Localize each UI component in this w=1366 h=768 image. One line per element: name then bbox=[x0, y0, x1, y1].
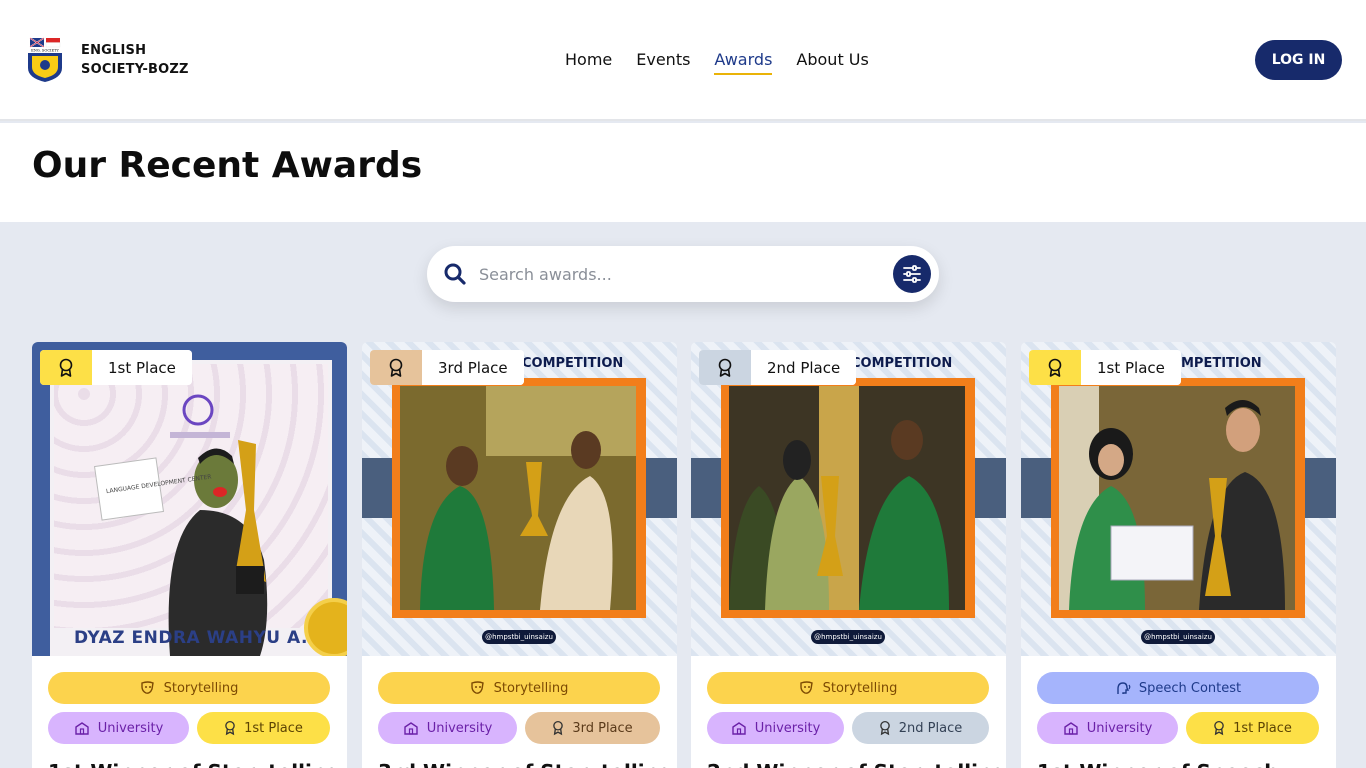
person-photo bbox=[729, 386, 965, 610]
award-title[interactable]: 1st Winner of Storytelling bbox=[48, 760, 340, 768]
place-label: 1st Place bbox=[1081, 350, 1181, 385]
nav-about-us[interactable]: About Us bbox=[796, 50, 868, 75]
category-label: Storytelling bbox=[493, 680, 569, 696]
person-photo bbox=[400, 386, 636, 610]
place-label: 1st Place bbox=[92, 350, 192, 385]
society-logo[interactable]: ENG. SOCIETY bbox=[24, 36, 66, 84]
person-photo: LANGUAGE DEVELOPMENT CENTER bbox=[93, 394, 268, 656]
search-input[interactable] bbox=[479, 260, 879, 288]
svg-text:ENG. SOCIETY: ENG. SOCIETY bbox=[31, 49, 59, 53]
speaking-head-icon bbox=[1117, 682, 1131, 694]
page-title: Our Recent Awards bbox=[32, 145, 423, 186]
place-chip[interactable]: 1st Place bbox=[1186, 712, 1319, 744]
level-chip[interactable]: University bbox=[48, 712, 189, 744]
place-chip[interactable]: 2nd Place bbox=[852, 712, 989, 744]
photo-banner: COMPETITION bbox=[851, 356, 953, 371]
place-badge: 1st Place bbox=[40, 350, 192, 385]
photo-frame: LANGUAGE DEVELOPMENT CENTER DYAZ ENDRA W… bbox=[50, 360, 332, 656]
school-icon bbox=[75, 722, 89, 735]
theater-masks-icon bbox=[140, 681, 154, 694]
level-label: University bbox=[754, 720, 821, 736]
category-label: Storytelling bbox=[163, 680, 239, 696]
place-label: 3rd Place bbox=[422, 350, 524, 385]
place-badge: 3rd Place bbox=[370, 350, 524, 385]
award-title[interactable]: 2nd Winner of Storytelling bbox=[707, 760, 1006, 768]
place-badge: 2nd Place bbox=[699, 350, 857, 385]
person-photo bbox=[1059, 386, 1295, 610]
nav-home[interactable]: Home bbox=[565, 50, 612, 75]
photo-frame bbox=[392, 378, 646, 618]
photo-caption: @hmpstbi_uinsaizu bbox=[811, 630, 885, 644]
place-chip[interactable]: 1st Place bbox=[197, 712, 330, 744]
award-photo: LANGUAGE DEVELOPMENT CENTER DYAZ ENDRA W… bbox=[32, 342, 347, 656]
photo-banner: COMPETITION bbox=[522, 356, 624, 371]
category-chip[interactable]: Storytelling bbox=[707, 672, 989, 704]
level-chip[interactable]: University bbox=[378, 712, 517, 744]
award-card[interactable]: COMPETITION @hmpstbi_uinsaizu 2nd Place … bbox=[691, 342, 1006, 768]
login-button[interactable]: LOG IN bbox=[1255, 40, 1342, 80]
place-chip-label: 1st Place bbox=[244, 720, 303, 736]
place-chip-label: 1st Place bbox=[1233, 720, 1292, 736]
award-card[interactable]: MPETITION @hmpstbi_uinsaizu 1st Place Sp… bbox=[1021, 342, 1336, 768]
photo-caption: @hmpstbi_uinsaizu bbox=[1141, 630, 1215, 644]
category-chip[interactable]: Storytelling bbox=[378, 672, 660, 704]
school-icon bbox=[404, 722, 418, 735]
nav-awards[interactable]: Awards bbox=[714, 50, 773, 75]
award-icon bbox=[40, 350, 92, 385]
place-chip[interactable]: 3rd Place bbox=[525, 712, 660, 744]
search-icon bbox=[444, 263, 466, 285]
category-label: Speech Contest bbox=[1138, 680, 1242, 696]
award-photo: MPETITION @hmpstbi_uinsaizu bbox=[1021, 342, 1336, 656]
award-photo: COMPETITION @hmpstbi_uinsaizu bbox=[362, 342, 677, 656]
level-chip[interactable]: University bbox=[707, 712, 844, 744]
place-chip-label: 2nd Place bbox=[898, 720, 963, 736]
place-badge: 1st Place bbox=[1029, 350, 1181, 385]
hero-section: Our Recent Awards bbox=[0, 123, 1366, 222]
award-icon bbox=[1029, 350, 1081, 385]
filter-button[interactable] bbox=[893, 255, 931, 293]
category-label: Storytelling bbox=[822, 680, 898, 696]
award-card[interactable]: COMPETITION @hmpstbi_uinsaizu 3rd Place bbox=[362, 342, 677, 768]
main-nav: Home Events Awards About Us bbox=[565, 50, 869, 75]
theater-masks-icon bbox=[470, 681, 484, 694]
theater-masks-icon bbox=[799, 681, 813, 694]
award-icon bbox=[225, 720, 235, 736]
photo-scene bbox=[400, 386, 636, 610]
level-label: University bbox=[97, 720, 164, 736]
brand-name[interactable]: ENGLISH SOCIETY-BOZZ bbox=[81, 41, 231, 79]
category-chip[interactable]: Storytelling bbox=[48, 672, 330, 704]
award-icon bbox=[370, 350, 422, 385]
place-label: 2nd Place bbox=[751, 350, 857, 385]
sliders-icon bbox=[903, 265, 921, 283]
award-icon bbox=[879, 720, 890, 736]
school-icon bbox=[732, 722, 746, 735]
award-title[interactable]: 1st Winner of Speech bbox=[1037, 760, 1278, 768]
award-card[interactable]: LANGUAGE DEVELOPMENT CENTER DYAZ ENDRA W… bbox=[32, 342, 347, 768]
photo-frame bbox=[721, 378, 975, 618]
place-chip-label: 3rd Place bbox=[572, 720, 633, 736]
photo-caption: @hmpstbi_uinsaizu bbox=[482, 630, 556, 644]
award-icon bbox=[553, 720, 564, 736]
award-title[interactable]: 3rd Winner of Storytelling bbox=[378, 760, 673, 768]
level-label: University bbox=[1086, 720, 1153, 736]
level-chip[interactable]: University bbox=[1037, 712, 1178, 744]
brand-line-1: ENGLISH bbox=[81, 43, 147, 58]
category-chip[interactable]: Speech Contest bbox=[1037, 672, 1319, 704]
photo-scene bbox=[1059, 386, 1295, 610]
nav-events[interactable]: Events bbox=[636, 50, 690, 75]
brand-line-2: SOCIETY-BOZZ bbox=[81, 62, 189, 77]
site-header: ENG. SOCIETY ENGLISH SOCIETY-BOZZ Home E… bbox=[0, 0, 1366, 121]
photo-banner: MPETITION bbox=[1181, 356, 1262, 371]
level-label: University bbox=[426, 720, 493, 736]
photo-caption: DYAZ ENDRA WAHYU A. bbox=[74, 628, 308, 648]
award-photo: COMPETITION @hmpstbi_uinsaizu bbox=[691, 342, 1006, 656]
photo-frame bbox=[1051, 378, 1305, 618]
school-icon bbox=[1064, 722, 1078, 735]
photo-scene bbox=[729, 386, 965, 610]
award-icon bbox=[1214, 720, 1224, 736]
search-bar bbox=[427, 246, 939, 302]
award-icon bbox=[699, 350, 751, 385]
